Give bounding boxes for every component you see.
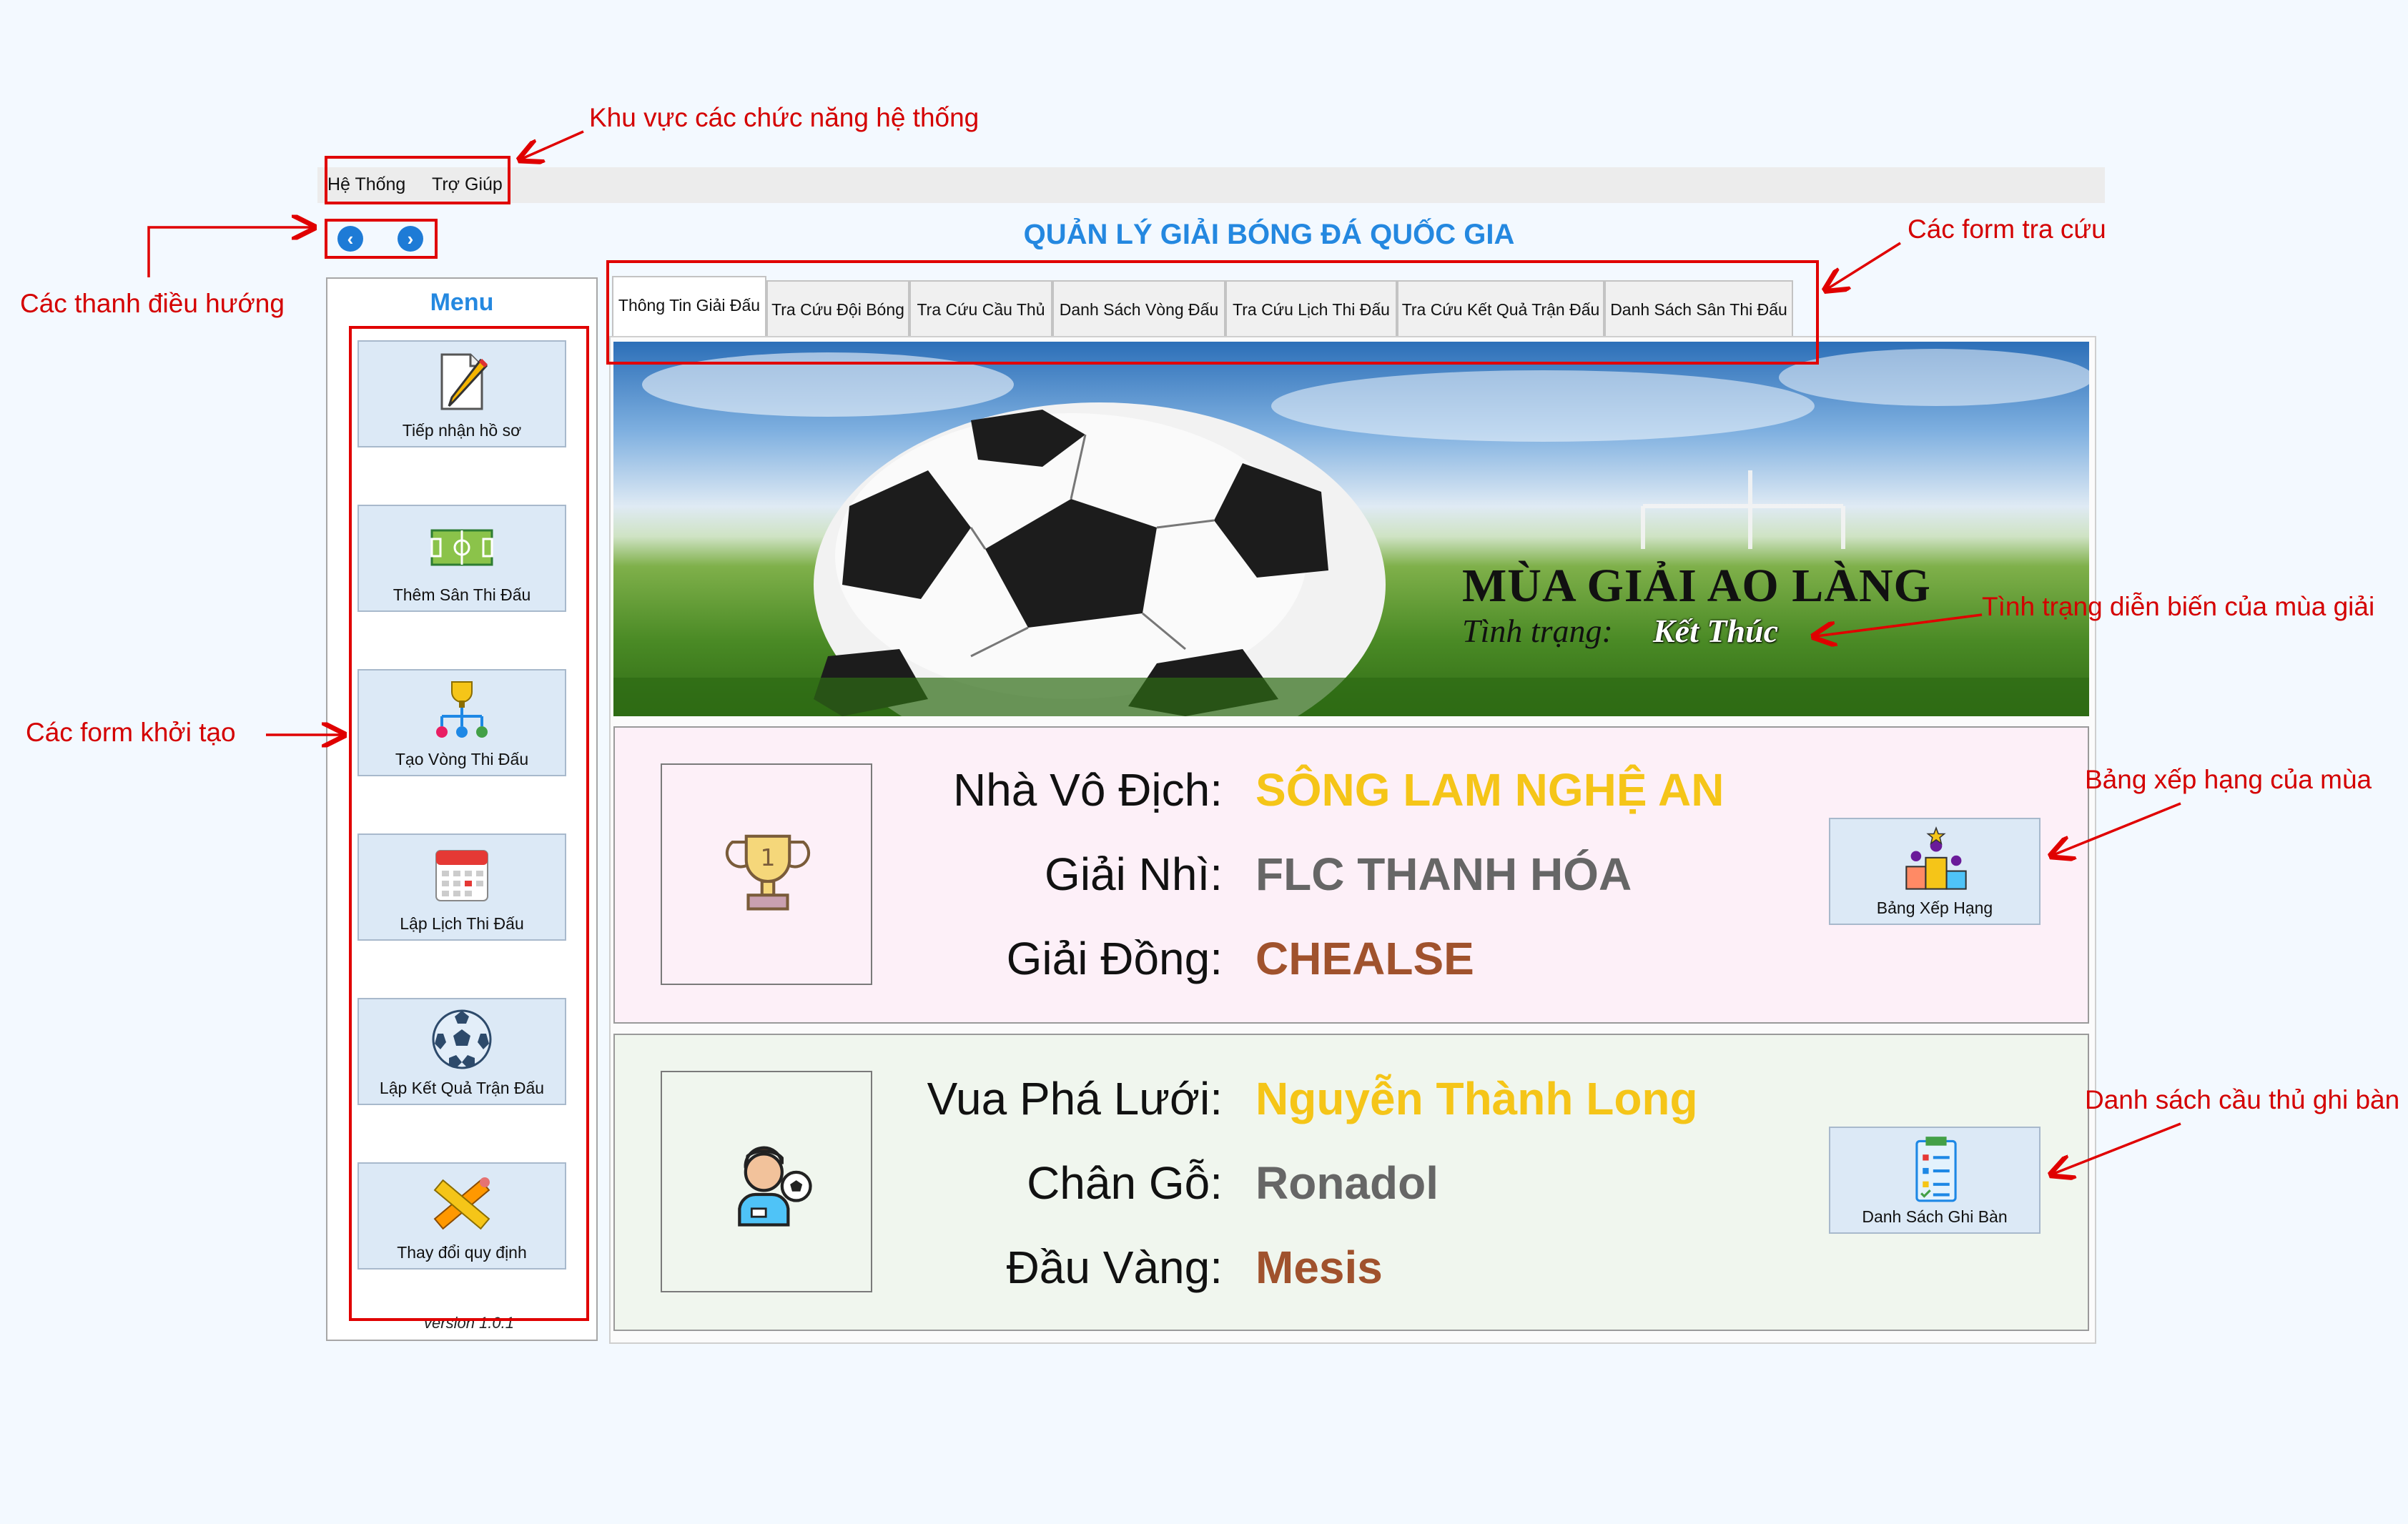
top-scorer-label: Vua Phá Lưới: — [927, 1073, 1223, 1124]
season-title: MÙA GIẢI AO LÀNG — [1462, 560, 1931, 612]
menu-bar: Hệ Thống Trợ Giúp — [317, 167, 2105, 203]
ranking-table-label: Bảng Xếp Hạng — [1876, 899, 1993, 917]
annotation-box-sidebar — [349, 326, 589, 1321]
annotation-box-nav — [325, 219, 438, 259]
arrow-system-area — [522, 130, 584, 159]
annotation-season-ranking: Bảng xếp hạng của mùa — [2085, 765, 2372, 794]
podium-icon — [1905, 826, 1967, 890]
wooden-foot-value: Ronadol — [1255, 1157, 1439, 1209]
arrow-lookup-forms — [1827, 242, 1901, 289]
checklist-icon — [1915, 1137, 1957, 1202]
scorer-list-button[interactable]: Danh Sách Ghi Bàn — [1829, 1127, 2041, 1234]
ranking-table-button[interactable]: Bảng Xếp Hạng — [1829, 818, 2041, 925]
season-status-value: Kết Thúc — [1653, 613, 1779, 649]
soccer-ball-banner-image — [613, 349, 2089, 716]
champion-label: Nhà Vô Địch: — [952, 764, 1223, 816]
annotation-box-tabs — [606, 260, 1819, 365]
annotation-scorer-list: Danh sách cầu thủ ghi bàn — [2085, 1085, 2400, 1114]
golden-head-label: Đầu Vàng: — [1006, 1242, 1223, 1293]
wooden-foot-label: Chân Gỗ: — [1027, 1157, 1223, 1209]
app-title: QUẢN LÝ GIẢI BÓNG ĐÁ QUỐC GIA — [1023, 219, 1515, 250]
annotation-season-status: Tình trạng diễn biến của mùa giải — [1982, 592, 2375, 621]
runner-up-value: FLC THANH HÓA — [1255, 848, 1632, 900]
arrow-navigation — [147, 227, 312, 277]
third-place-value: CHEALSE — [1255, 933, 1474, 984]
scorer-list-label: Danh Sách Ghi Bàn — [1862, 1207, 2008, 1226]
annotation-box-menubar — [325, 156, 510, 204]
annotation-lookup-forms: Các form tra cứu — [1908, 214, 2106, 244]
season-status-label: Tình trạng: — [1462, 613, 1613, 649]
annotation-init-forms: Các form khởi tạo — [26, 718, 236, 747]
annotation-system-area: Khu vực các chức năng hệ thống — [589, 103, 980, 132]
top-scorer-value: Nguyễn Thành Long — [1255, 1073, 1698, 1124]
golden-head-value: Mesis — [1255, 1242, 1383, 1293]
sidebar-title: Menu — [430, 289, 494, 316]
season-banner — [613, 342, 2089, 716]
third-place-label: Giải Đồng: — [1006, 933, 1223, 984]
champion-value: SÔNG LAM NGHỆ AN — [1255, 764, 1724, 816]
runner-up-label: Giải Nhì: — [1045, 848, 1223, 900]
annotation-navigation: Các thanh điều hướng — [20, 289, 285, 318]
